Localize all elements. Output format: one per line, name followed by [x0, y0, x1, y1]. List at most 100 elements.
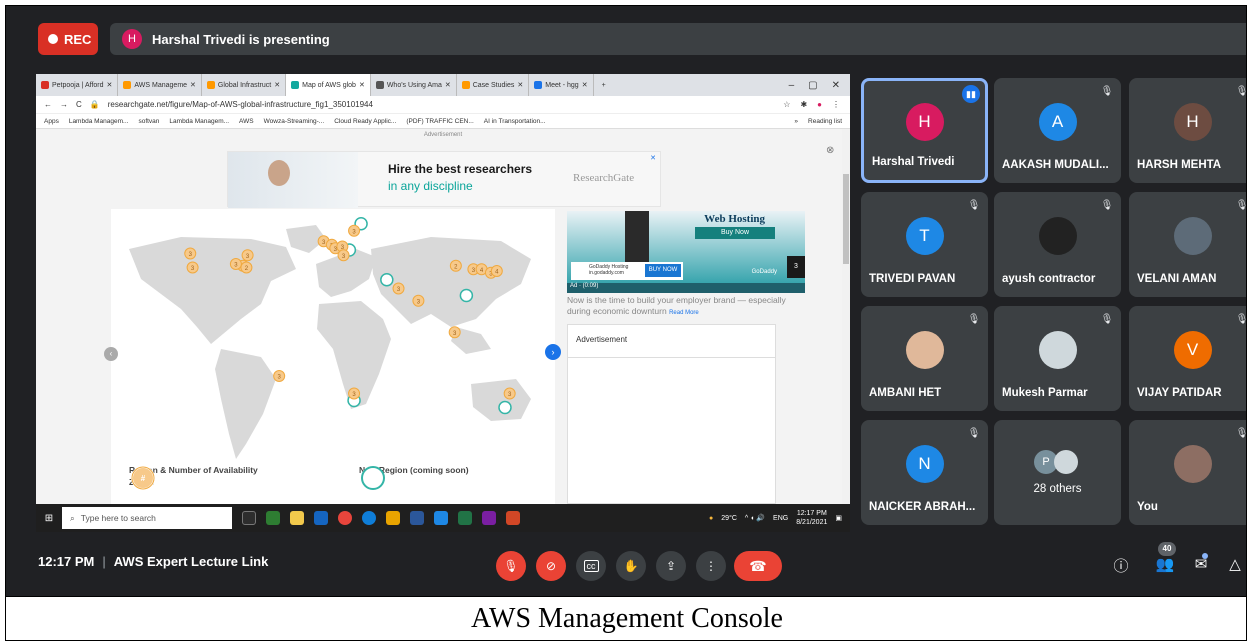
browser-tab[interactable]: Who's Using Ama ✕: [371, 74, 457, 96]
extensions-icon[interactable]: ✱: [800, 100, 807, 109]
explorer-icon[interactable]: [386, 511, 400, 525]
star-icon[interactable]: ☆: [783, 100, 790, 109]
meeting-details-icon[interactable]: ⓘ: [1110, 555, 1132, 576]
bookmark-item[interactable]: AWS: [239, 118, 254, 125]
participant-avatar: [905, 330, 944, 369]
browser-tab[interactable]: AWS Manageme ✕: [118, 74, 202, 96]
windows-start-icon[interactable]: ⊞: [36, 513, 62, 524]
participant-tile[interactable]: 🎙 AMBANI HET: [861, 306, 988, 411]
chrome-icon[interactable]: [338, 511, 352, 525]
browser-tab[interactable]: Meet - hgg ✕: [529, 74, 594, 96]
employer-text: Now is the time to build your employer b…: [567, 295, 799, 319]
banner-ad[interactable]: Hire the best researchers in any discipl…: [227, 151, 661, 208]
chat-icon[interactable]: ✉: [1190, 555, 1212, 573]
back-icon[interactable]: ←: [44, 100, 52, 109]
ad-headline: Hire the best researchers: [388, 162, 533, 176]
language-indicator[interactable]: ENG: [773, 515, 788, 522]
tab-close-icon[interactable]: ✕: [582, 81, 588, 89]
participant-tile[interactable]: 🎙 VELANI AMAN: [1129, 192, 1246, 297]
side-ad[interactable]: Web Hosting Buy Now GoDaddy Hosting in.g…: [567, 211, 805, 293]
divider: [568, 357, 775, 358]
excel-icon[interactable]: [458, 511, 472, 525]
taskbar-clock[interactable]: 12:17 PM 8/21/2021: [796, 509, 827, 527]
browser-tab[interactable]: Map of AWS glob ✕: [286, 74, 371, 96]
bookmark-item[interactable]: (PDF) TRAFFIC CEN...: [406, 118, 473, 125]
url-text[interactable]: researchgate.net/figure/Map-of-AWS-globa…: [108, 100, 373, 109]
bookmark-item[interactable]: Lambda Managem...: [169, 118, 229, 125]
more-options-button[interactable]: ⋮: [696, 551, 726, 581]
taskbar-search-placeholder: Type here to search: [80, 513, 156, 523]
close-icon[interactable]: ✕: [832, 80, 840, 91]
raise-hand-button[interactable]: ✋: [616, 551, 646, 581]
carousel-next-button[interactable]: ›: [545, 344, 561, 360]
powerpoint-icon[interactable]: [506, 511, 520, 525]
bookmark-item[interactable]: AI in Transportation...: [484, 118, 546, 125]
browser-menu-icon[interactable]: ⋮: [832, 100, 840, 109]
tab-close-icon[interactable]: ✕: [107, 81, 113, 89]
bookmark-item[interactable]: softvan: [138, 118, 159, 125]
participant-avatar: [1038, 216, 1077, 255]
bookmark-item[interactable]: Wowza-Streaming-...: [264, 118, 325, 125]
edge-icon[interactable]: [362, 511, 376, 525]
participant-name: ayush contractor: [1002, 273, 1096, 285]
tab-close-icon[interactable]: ✕: [274, 81, 280, 89]
word-icon[interactable]: [410, 511, 424, 525]
present-button[interactable]: ⇪: [656, 551, 686, 581]
tab-close-icon[interactable]: ✕: [445, 81, 451, 89]
notifications-icon[interactable]: ▣: [835, 514, 842, 522]
browser-tab[interactable]: Global Infrastruct ✕: [202, 74, 287, 96]
scrollbar-thumb[interactable]: [843, 174, 849, 264]
new-tab-button[interactable]: +: [594, 82, 614, 89]
taskbar-search[interactable]: ⌕ Type here to search: [62, 507, 232, 529]
bookmark-item[interactable]: Cloud Ready Applic...: [334, 118, 396, 125]
tab-close-icon[interactable]: ✕: [517, 81, 523, 89]
reload-icon[interactable]: C: [76, 100, 82, 109]
read-more-link[interactable]: Read More: [669, 310, 699, 316]
participant-tile[interactable]: 🎙 V VIJAY PATIDAR: [1129, 306, 1246, 411]
captions-button[interactable]: cc: [576, 551, 606, 581]
reading-list-button[interactable]: Reading list: [808, 118, 850, 125]
participant-tile[interactable]: ▮▮ H Harshal Trivedi: [861, 78, 988, 183]
participant-tile[interactable]: 🎙 Mukesh Parmar: [994, 306, 1121, 411]
forward-icon[interactable]: →: [60, 100, 68, 109]
profile-icon[interactable]: ●: [817, 100, 822, 109]
participant-tile[interactable]: 🎙 T TRIVEDI PAVAN: [861, 192, 988, 297]
page-scrollbar[interactable]: [842, 129, 850, 504]
side-ad-buy-button[interactable]: Buy Now: [695, 227, 775, 239]
muted-mic-icon: 🎙: [1100, 86, 1114, 97]
participant-tile[interactable]: 🎙 ayush contractor: [994, 192, 1121, 297]
bookmark-item[interactable]: Lambda Managem...: [69, 118, 129, 125]
browser-tab[interactable]: Petpooja | Afford ✕: [36, 74, 119, 96]
bookmark-item[interactable]: Apps: [44, 118, 59, 125]
bookmarks-overflow-icon[interactable]: »: [794, 118, 798, 125]
task-view-icon[interactable]: [242, 511, 256, 525]
participant-tile[interactable]: 🎙 A AAKASH MUDALI...: [994, 78, 1121, 183]
participant-tile[interactable]: P 28 others: [994, 420, 1121, 525]
participant-tile[interactable]: 🎙 N NAICKER ABRAH...: [861, 420, 988, 525]
store-icon[interactable]: [290, 511, 304, 525]
screenshot-frame: REC H Harshal Trivedi is presenting Petp…: [5, 5, 1247, 641]
tab-close-icon[interactable]: ✕: [190, 81, 196, 89]
minimize-icon[interactable]: –: [789, 80, 795, 91]
leave-call-button[interactable]: ☎: [734, 551, 782, 581]
mail-icon[interactable]: [434, 511, 448, 525]
participant-tile[interactable]: 🎙 H HARSH MEHTA: [1129, 78, 1246, 183]
activities-icon[interactable]: △: [1224, 555, 1246, 573]
godaddy-buy-button[interactable]: BUY NOW: [645, 264, 681, 277]
browser-tab[interactable]: Case Studies ✕: [457, 74, 530, 96]
ad-info-icon[interactable]: ✕: [650, 154, 656, 162]
sheets-icon[interactable]: [266, 511, 280, 525]
new-region-marker: [459, 288, 474, 303]
tray-icons[interactable]: ^ ◖ 🔊: [745, 514, 765, 522]
people-icon[interactable]: 👥: [1154, 555, 1176, 573]
tab-close-icon[interactable]: ✕: [359, 81, 365, 89]
mic-off-button[interactable]: 🎙: [496, 551, 526, 581]
maximize-icon[interactable]: ▢: [808, 80, 817, 91]
folder-icon[interactable]: [314, 511, 328, 525]
participant-tile[interactable]: 🎙 You: [1129, 420, 1246, 525]
camera-off-button[interactable]: ⊘: [536, 551, 566, 581]
carousel-prev-button[interactable]: ‹: [104, 347, 118, 361]
close-ad-icon[interactable]: ⊗: [826, 145, 834, 156]
teams-icon[interactable]: [482, 511, 496, 525]
tab-label: Meet - hgg: [545, 81, 579, 89]
